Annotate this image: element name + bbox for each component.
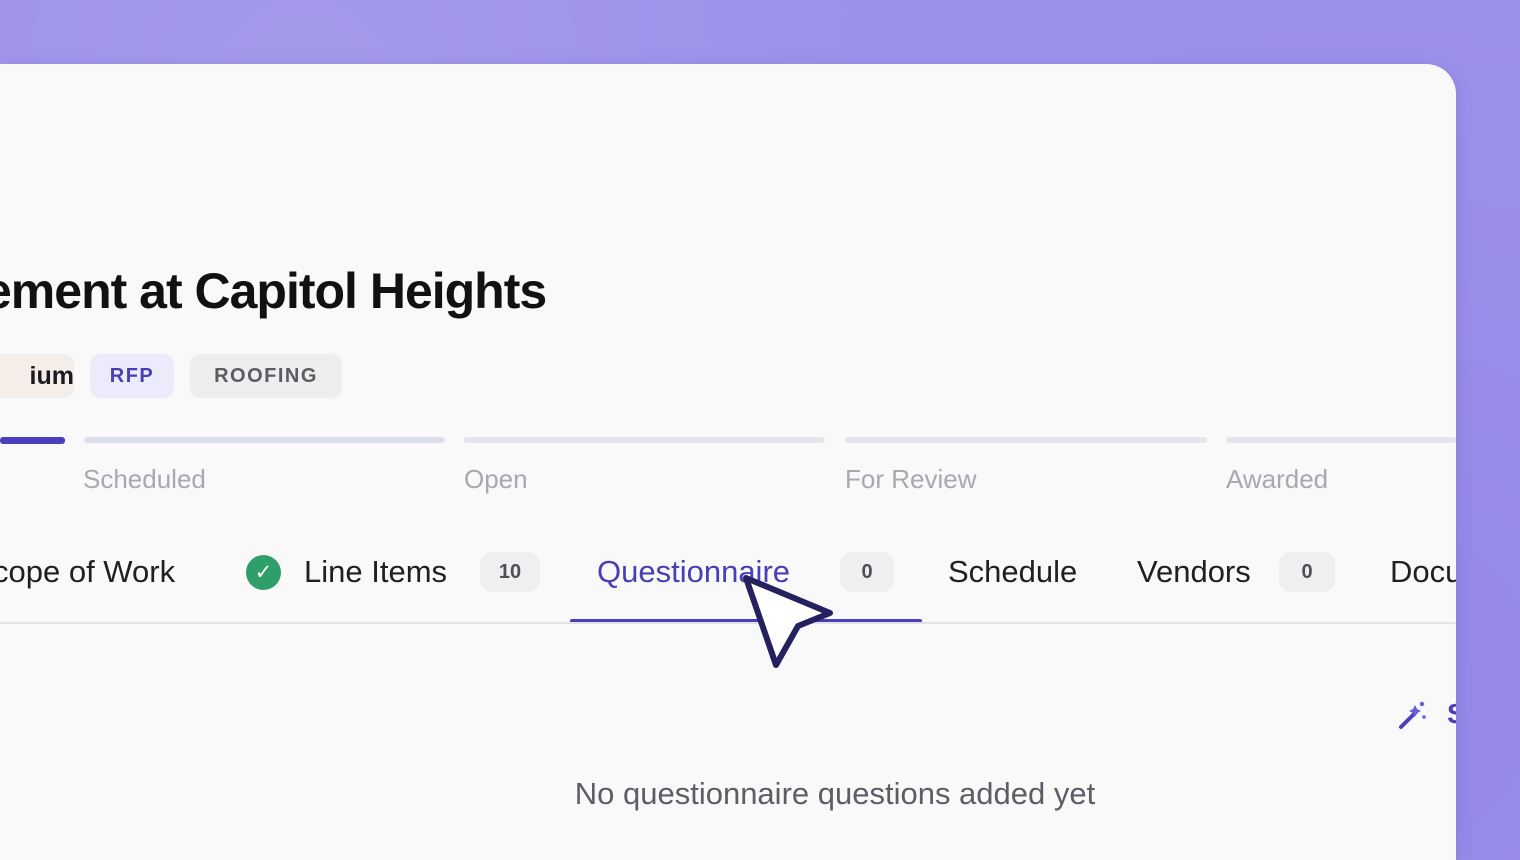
empty-state-message: No questionnaire questions added yet (574, 776, 1096, 811)
clipped-action-label[interactable]: S (1447, 698, 1456, 730)
tab-documents[interactable]: Docu (1390, 550, 1456, 594)
app-window: ement at Capitol Heights ium RFP ROOFING… (0, 64, 1456, 860)
stage-bar-scheduled (84, 437, 445, 443)
vendors-count-badge: 0 (1279, 552, 1335, 592)
rfp-type-tag: RFP (90, 354, 174, 398)
stage-bar-awarded (1226, 437, 1456, 443)
stage-label-open: Open (464, 464, 528, 494)
tab-vendors[interactable]: Vendors (1137, 550, 1251, 594)
line-items-count-badge: 10 (480, 552, 540, 592)
tab-scope-of-work[interactable]: cope of Work (0, 550, 175, 594)
questionnaire-count-badge: 0 (840, 552, 894, 592)
tab-questionnaire[interactable]: Questionnaire (597, 550, 790, 594)
stage-label-awarded: Awarded (1226, 464, 1329, 494)
completed-check-icon: ✓ (246, 555, 281, 590)
stage-bar-open (464, 437, 825, 443)
stage-bar-for-review (845, 437, 1207, 443)
stage-label-scheduled: Scheduled (83, 464, 206, 494)
roofing-category-tag: ROOFING (190, 354, 342, 398)
magic-wand-icon[interactable] (1396, 700, 1428, 732)
priority-tag: ium (0, 354, 74, 398)
tab-line-items[interactable]: Line Items (304, 550, 447, 594)
tab-schedule[interactable]: Schedule (948, 550, 1077, 594)
tab-divider (0, 622, 1456, 624)
stage-label-for-review: For Review (845, 464, 977, 494)
stage-progress-active (0, 437, 65, 444)
page-title: ement at Capitol Heights (0, 263, 547, 319)
